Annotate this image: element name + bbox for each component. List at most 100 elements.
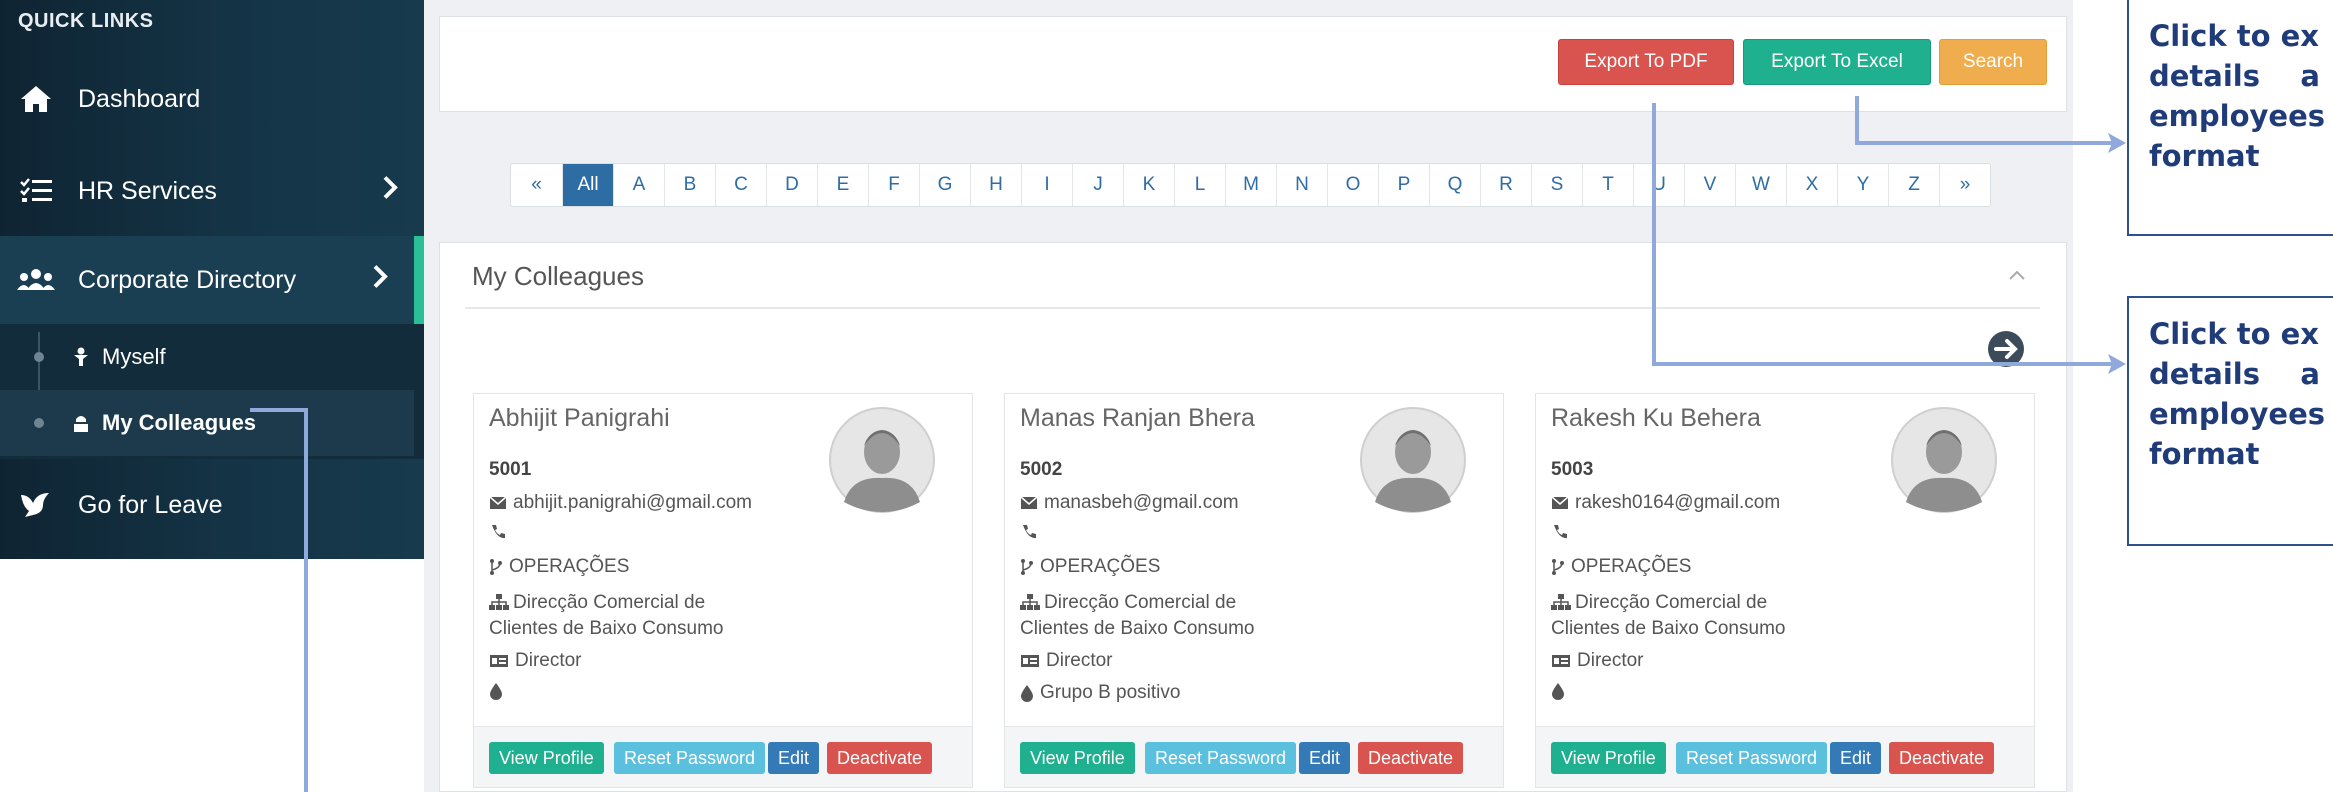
deactivate-button[interactable]: Deactivate: [1889, 742, 1995, 774]
role-value: Director: [1577, 650, 1644, 671]
sidebar: QUICK LINKS Dashboard HR Services Corpor…: [0, 0, 424, 559]
alphabet-filter-item[interactable]: C: [715, 164, 766, 206]
edit-button[interactable]: Edit: [768, 742, 820, 774]
colleague-name[interactable]: Abhijit Panigrahi: [489, 404, 670, 433]
card-actions: View Profile Reset Password Edit Deactiv…: [474, 726, 972, 787]
main-content: Export To PDF Export To Excel Search «Al…: [424, 0, 2073, 792]
sitemap-icon: [1020, 594, 1040, 610]
sidebar-item-label: Corporate Directory: [78, 265, 297, 294]
colleague-card: Manas Ranjan Bhera 5002 manasbeh@gmail.c…: [1004, 393, 1504, 788]
employee-id: 5003: [1551, 459, 1594, 480]
deactivate-button[interactable]: Deactivate: [1358, 742, 1464, 774]
envelope-icon: [489, 496, 507, 509]
alphabet-filter-item[interactable]: O: [1327, 164, 1378, 206]
branch-icon: [490, 559, 502, 575]
view-profile-button[interactable]: View Profile: [1551, 742, 1666, 774]
edit-button[interactable]: Edit: [1299, 742, 1351, 774]
corporate-directory-submenu: Myself My Colleagues: [0, 324, 424, 459]
email-row: rakesh0164@gmail.com: [1551, 492, 1780, 514]
email-row: abhijit.panigrahi@gmail.com: [489, 492, 752, 514]
sidebar-subitem-myself[interactable]: Myself: [0, 324, 414, 390]
alphabet-filter-item[interactable]: D: [766, 164, 817, 206]
sidebar-item-dashboard[interactable]: Dashboard: [0, 66, 424, 132]
alphabet-filter-item[interactable]: I: [1021, 164, 1072, 206]
blood-value: Grupo B positivo: [1040, 682, 1181, 703]
alphabet-filter-item[interactable]: S: [1531, 164, 1582, 206]
email-value[interactable]: manasbeh@gmail.com: [1044, 492, 1239, 514]
alphabet-filter-item[interactable]: »: [1939, 164, 1990, 206]
envelope-icon: [1551, 496, 1569, 509]
sidebar-subitem-label: Myself: [102, 344, 166, 369]
role-value: Director: [515, 650, 582, 671]
email-row: manasbeh@gmail.com: [1020, 492, 1239, 514]
id-card-icon: [1021, 655, 1039, 667]
view-profile-button[interactable]: View Profile: [489, 742, 604, 774]
alphabet-filter-item[interactable]: U: [1633, 164, 1684, 206]
alphabet-filter-item[interactable]: «: [511, 164, 562, 206]
alphabet-filter-item[interactable]: B: [664, 164, 715, 206]
area-value: OPERAÇÕES: [1040, 556, 1161, 577]
phone-icon: [1023, 525, 1036, 539]
next-arrow-icon[interactable]: [1986, 329, 2026, 374]
avatar: [1884, 406, 2004, 514]
card-actions: View Profile Reset Password Edit Deactiv…: [1536, 726, 2034, 787]
alphabet-filter-item[interactable]: All: [562, 164, 613, 206]
alphabet-filter-item[interactable]: A: [613, 164, 664, 206]
role-row: Director: [489, 650, 582, 672]
home-icon: [16, 84, 56, 114]
area-value: OPERAÇÕES: [1571, 556, 1692, 577]
department-row: Direcção Comercial de Clientes de Baixo …: [489, 590, 749, 642]
alphabet-filter-item[interactable]: Z: [1888, 164, 1939, 206]
collapse-chevron-icon[interactable]: [2008, 265, 2026, 286]
view-profile-button[interactable]: View Profile: [1020, 742, 1135, 774]
sidebar-subitem-my-colleagues[interactable]: My Colleagues: [0, 390, 414, 456]
card-actions: View Profile Reset Password Edit Deactiv…: [1005, 726, 1503, 787]
reset-password-button[interactable]: Reset Password: [614, 742, 766, 774]
sidebar-item-hr-services[interactable]: HR Services: [0, 158, 424, 224]
export-excel-button[interactable]: Export To Excel: [1743, 39, 1931, 85]
alphabet-filter-item[interactable]: J: [1072, 164, 1123, 206]
colleague-icon: [72, 413, 90, 433]
email-value[interactable]: abhijit.panigrahi@gmail.com: [513, 492, 752, 514]
alphabet-filter-item[interactable]: P: [1378, 164, 1429, 206]
email-value[interactable]: rakesh0164@gmail.com: [1575, 492, 1780, 514]
alphabet-filter-item[interactable]: L: [1174, 164, 1225, 206]
alphabet-filter-item[interactable]: Q: [1429, 164, 1480, 206]
deactivate-button[interactable]: Deactivate: [827, 742, 933, 774]
colleague-name[interactable]: Manas Ranjan Bhera: [1020, 404, 1255, 433]
alphabet-filter-item[interactable]: G: [919, 164, 970, 206]
colleague-name[interactable]: Rakesh Ku Behera: [1551, 404, 1761, 433]
colleague-card: Abhijit Panigrahi 5001 abhijit.panigrahi…: [473, 393, 973, 788]
alphabet-filter-item[interactable]: K: [1123, 164, 1174, 206]
alphabet-filter-item[interactable]: Y: [1837, 164, 1888, 206]
search-button[interactable]: Search: [1939, 39, 2047, 85]
area-row: OPERAÇÕES: [1020, 556, 1160, 578]
sidebar-item-label: HR Services: [78, 176, 217, 205]
export-pdf-button[interactable]: Export To PDF: [1558, 39, 1734, 85]
alphabet-filter-item[interactable]: T: [1582, 164, 1633, 206]
alphabet-filter-item[interactable]: W: [1735, 164, 1786, 206]
sidebar-item-go-for-leave[interactable]: Go for Leave: [0, 472, 424, 538]
reset-password-button[interactable]: Reset Password: [1676, 742, 1828, 774]
alphabet-filter-item[interactable]: E: [817, 164, 868, 206]
annotation-callout-excel: Click to ex details a employees format: [2127, 0, 2333, 236]
alphabet-filter-item[interactable]: X: [1786, 164, 1837, 206]
department-value: Direcção Comercial de Clientes de Baixo …: [1020, 592, 1255, 639]
department-row: Direcção Comercial de Clientes de Baixo …: [1020, 590, 1280, 642]
drop-icon: [1552, 683, 1564, 700]
alphabet-filter-item[interactable]: M: [1225, 164, 1276, 206]
my-colleagues-panel: My Colleagues Abhijit Panigrahi 5001 abh…: [439, 242, 2067, 792]
alphabet-filter-item[interactable]: N: [1276, 164, 1327, 206]
panel-divider: [465, 307, 2040, 309]
alphabet-filter-item[interactable]: H: [970, 164, 1021, 206]
edit-button[interactable]: Edit: [1830, 742, 1882, 774]
employee-id: 5001: [489, 459, 532, 480]
annotation-callout-pdf: Click to ex details a employees format: [2127, 296, 2333, 546]
sidebar-item-corporate-directory[interactable]: Corporate Directory: [0, 236, 424, 324]
bullet-dot: [34, 418, 44, 428]
alphabet-filter-item[interactable]: V: [1684, 164, 1735, 206]
phone-row: [489, 523, 513, 541]
reset-password-button[interactable]: Reset Password: [1145, 742, 1297, 774]
alphabet-filter-item[interactable]: F: [868, 164, 919, 206]
alphabet-filter-item[interactable]: R: [1480, 164, 1531, 206]
